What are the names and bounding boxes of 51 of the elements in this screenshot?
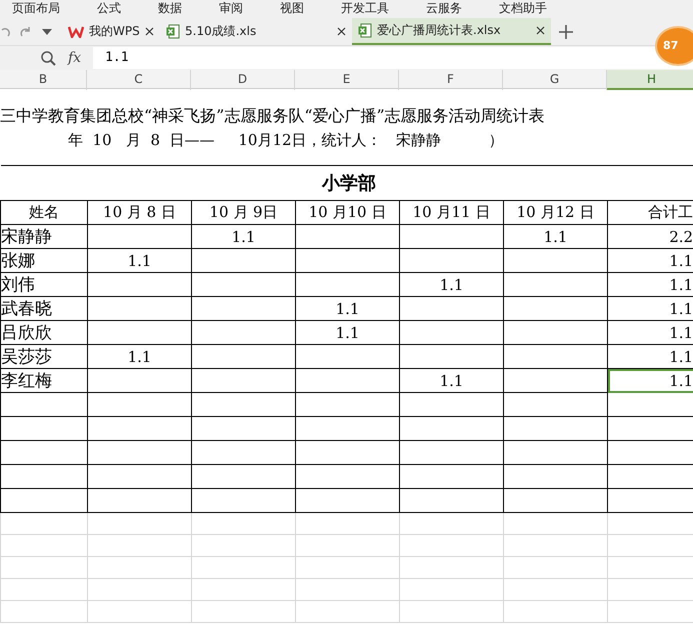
hours-cell: 1.1 xyxy=(192,224,296,248)
close-icon[interactable] xyxy=(536,26,545,35)
column-title: 10 月 9日 xyxy=(192,200,296,224)
menu-item[interactable]: 视图 xyxy=(280,0,304,18)
menu-item[interactable]: 文档助手 xyxy=(499,0,547,18)
column-title: 10 月12 日 xyxy=(504,200,608,224)
sheet-title: 三中学教育集团总校“神采飞扬”志愿服务队“爱心广播”志愿服务活动周统计表 xyxy=(0,105,545,127)
name-cell: 张娜 xyxy=(0,248,88,272)
name-cell: 吴莎莎 xyxy=(0,344,88,368)
close-icon[interactable] xyxy=(145,27,154,36)
menu-item[interactable]: 数据 xyxy=(158,0,182,18)
function-button[interactable]: fx xyxy=(68,50,82,66)
document-tab[interactable]: 我的WPS xyxy=(62,18,160,45)
hours-cell: 1.1 xyxy=(400,272,504,296)
hours-cell: 1.1 xyxy=(88,248,192,272)
hours-cell: 1.1 xyxy=(504,224,608,248)
date-range-line: 年 10 月 8 日—— 10月12日，统计人： 宋静静 ） xyxy=(68,131,504,149)
document-tab[interactable]: 爱心广播周统计表.xlsx xyxy=(352,18,551,45)
close-icon[interactable] xyxy=(337,27,346,36)
add-tab-icon[interactable] xyxy=(559,24,573,38)
column-header[interactable]: F xyxy=(399,70,503,90)
total-cell[interactable]: 1.1 xyxy=(608,368,693,392)
menu-item[interactable]: 审阅 xyxy=(219,0,243,18)
document-tab[interactable]: 5.10成绩.xls xyxy=(160,18,352,45)
column-title: 姓名 xyxy=(0,200,88,224)
w-logo-icon xyxy=(68,26,84,38)
column-title: 10 月11 日 xyxy=(400,200,504,224)
hours-cell: 1.1 xyxy=(296,320,400,344)
hours-cell: 1.1 xyxy=(88,344,192,368)
name-cell: 武春晓 xyxy=(0,296,88,320)
spreadsheet-file-icon xyxy=(166,24,180,39)
column-title: 10 月10 日 xyxy=(296,200,400,224)
column-header[interactable]: B xyxy=(0,70,87,90)
column-header[interactable]: C xyxy=(87,70,191,90)
column-title: 10 月 8 日 xyxy=(88,200,192,224)
section-heading: 小学部 xyxy=(0,166,693,200)
column-header[interactable]: D xyxy=(191,70,295,90)
menu-item[interactable]: 公式 xyxy=(97,0,121,18)
zoom-icon[interactable] xyxy=(40,50,56,66)
hours-cell: 1.1 xyxy=(296,296,400,320)
menu-item[interactable]: 云服务 xyxy=(426,0,462,18)
menu-item[interactable]: 页面布局 xyxy=(12,0,60,18)
hours-cell: 1.1 xyxy=(400,368,504,392)
spreadsheet-file-icon xyxy=(358,23,372,38)
name-cell: 吕欣欣 xyxy=(0,320,88,344)
name-cell: 李红梅 xyxy=(0,368,88,392)
menu-item[interactable]: 开发工具 xyxy=(341,0,389,18)
column-header[interactable]: E xyxy=(295,70,399,90)
dropdown-caret-icon[interactable] xyxy=(42,28,52,34)
column-header[interactable]: H xyxy=(607,70,693,90)
name-cell: 宋静静 xyxy=(0,224,88,248)
